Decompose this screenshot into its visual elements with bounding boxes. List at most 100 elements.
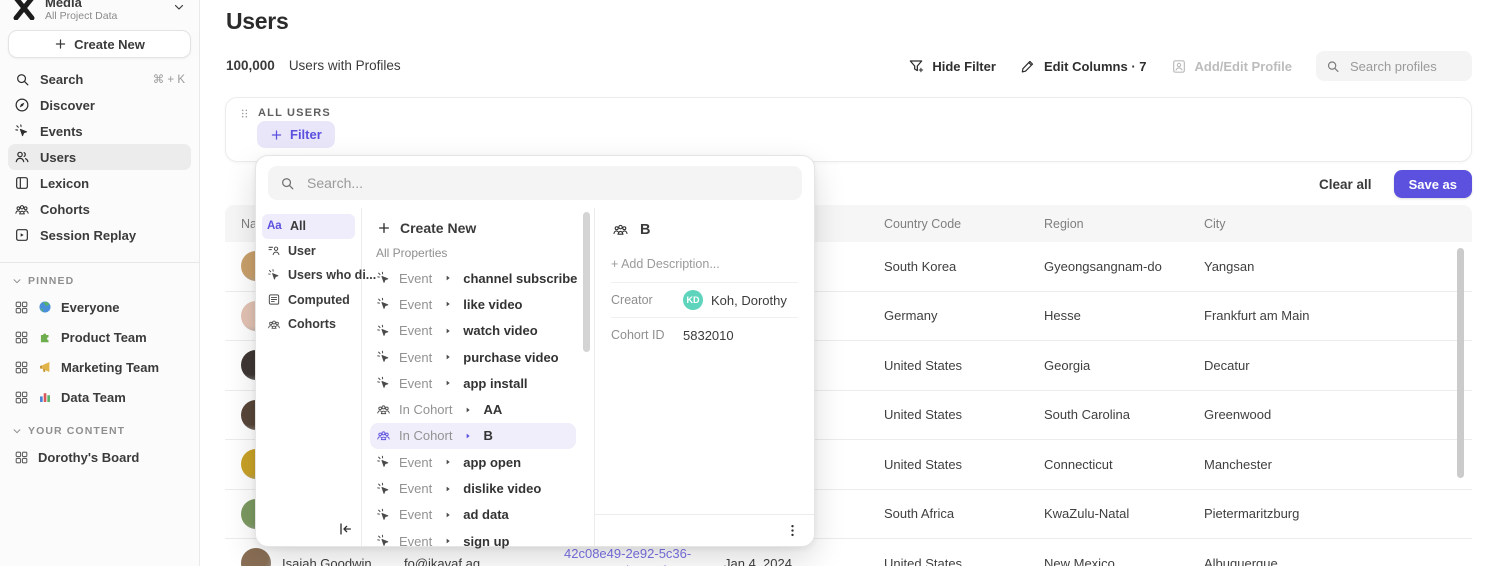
event-icon <box>376 270 391 286</box>
sidebar-divider <box>0 262 199 263</box>
sidebar-item-label: Search <box>40 72 83 87</box>
property-name: app install <box>463 376 527 391</box>
table-scrollbar[interactable] <box>1457 248 1464 478</box>
cohort-id-row: Cohort ID 5832010 <box>611 317 798 352</box>
hide-filter-button[interactable]: Hide Filter <box>908 58 996 74</box>
dropdown-scroll-track <box>580 208 594 546</box>
search-profiles-input[interactable] <box>1348 58 1462 75</box>
sidebar-board-marketing-team[interactable]: Marketing Team <box>8 352 191 382</box>
event-icon <box>376 375 391 391</box>
caret-right-icon <box>460 432 475 440</box>
user-city: Yangsan <box>1204 259 1472 274</box>
caret-right-icon <box>440 485 455 493</box>
property-option-like-video[interactable]: Event like video <box>370 291 576 317</box>
clear-all-button[interactable]: Clear all <box>1313 173 1378 196</box>
dropdown-search-box[interactable] <box>268 166 802 200</box>
sidebar-section-header[interactable]: YOUR CONTENT <box>8 420 191 442</box>
sidebar-item-events[interactable]: Events <box>8 118 191 144</box>
cohort-icon <box>376 427 391 444</box>
property-name: B <box>483 428 492 443</box>
edit-columns-label: Edit Columns · 7 <box>1044 59 1147 74</box>
sidebar-item-session-replay[interactable]: Session Replay <box>8 222 191 248</box>
users-page: Media All Project Data Create New Search… <box>0 0 1500 566</box>
sidebar-item-discover[interactable]: Discover <box>8 92 191 118</box>
user-city: Frankfurt am Main <box>1204 308 1472 323</box>
cohort-icon <box>611 221 629 238</box>
sidebar-item-search[interactable]: Search ⌘ + K <box>8 66 191 92</box>
sidebar-item-label: Lexicon <box>40 176 89 191</box>
category-label: All <box>290 219 306 233</box>
sidebar-board-product-team[interactable]: Product Team <box>8 322 191 352</box>
project-switcher[interactable]: Media All Project Data <box>12 0 117 22</box>
sidebar-board-everyone[interactable]: Everyone <box>8 292 191 322</box>
sidebar-section-header[interactable]: PINNED <box>8 270 191 292</box>
property-category-cohorts[interactable]: Cohorts <box>262 312 355 337</box>
compass-icon <box>14 97 30 113</box>
user-city: Pietermaritzburg <box>1204 506 1472 521</box>
property-option-app-install[interactable]: Event app install <box>370 370 576 396</box>
chevron-down-icon <box>12 275 22 287</box>
profile-card-icon <box>1171 58 1187 75</box>
property-category-users-who-di-[interactable]: Users who di... <box>262 263 355 288</box>
add-edit-profile-button[interactable]: Add/Edit Profile <box>1171 58 1293 75</box>
sidebar-board-dorothy-s-board[interactable]: Dorothy's Board <box>8 442 191 472</box>
property-option-purchase-video[interactable]: Event purchase video <box>370 344 576 370</box>
filter-group-label: ALL USERS <box>258 107 331 119</box>
property-option-aa[interactable]: In Cohort AA <box>370 396 576 422</box>
property-category-all[interactable]: Aa All <box>262 214 355 239</box>
column-header-city[interactable]: City <box>1204 217 1472 231</box>
computed-icon <box>267 292 281 307</box>
dropdown-search-input[interactable] <box>305 174 790 192</box>
category-label: Users who di... <box>288 268 376 282</box>
more-options-icon[interactable] <box>784 523 800 538</box>
search-profiles-box[interactable] <box>1316 51 1472 81</box>
property-option-channel-subscribe[interactable]: Event channel subscribe <box>370 265 576 291</box>
dropdown-scrollbar[interactable] <box>583 212 590 352</box>
property-option-dislike-video[interactable]: Event dislike video <box>370 475 576 501</box>
sidebar-board-data-team[interactable]: Data Team <box>8 382 191 412</box>
caret-right-icon <box>440 537 455 545</box>
add-filter-button[interactable]: Filter <box>257 121 335 148</box>
drag-handle-icon[interactable] <box>239 108 250 119</box>
sidebar-item-cohorts[interactable]: Cohorts <box>8 196 191 222</box>
project-logo-icon <box>12 0 36 21</box>
property-category-user[interactable]: User <box>262 239 355 264</box>
sidebar-item-users[interactable]: Users <box>8 144 191 170</box>
user-region: Gyeongsangnam-do <box>1044 259 1204 274</box>
collapse-panel-icon[interactable] <box>336 521 354 537</box>
create-new-button[interactable]: Create New <box>8 30 191 58</box>
board-label: Data Team <box>61 390 126 405</box>
keyboard-shortcut: ⌘ + K <box>153 72 185 86</box>
sidebar-item-label: Session Replay <box>40 228 136 243</box>
property-category-computed[interactable]: Computed <box>262 288 355 313</box>
filter-property-dropdown: Aa All User Users who di... Computed Coh… <box>255 155 815 547</box>
caret-right-icon <box>440 274 455 282</box>
user-avatar <box>241 548 271 566</box>
user-lines-icon <box>267 243 281 258</box>
user-distinct-id[interactable]: 42c08e49-2e92-5c36-9a73-a84eb8684fa3 <box>564 546 724 566</box>
sidebar-item-lexicon[interactable]: Lexicon <box>8 170 191 196</box>
column-header-region[interactable]: Region <box>1044 217 1204 231</box>
filter-card: ALL USERS Filter <box>225 97 1472 162</box>
event-icon <box>376 296 391 312</box>
property-option-watch-video[interactable]: Event watch video <box>370 318 576 344</box>
property-prefix: Event <box>399 350 432 365</box>
user-country: United States <box>884 556 1044 566</box>
property-prefix: In Cohort <box>399 402 452 417</box>
user-name: Isaiah Goodwin <box>282 556 372 566</box>
category-glyph: Aa <box>267 220 283 232</box>
chevron-down-icon[interactable] <box>172 1 185 13</box>
dropdown-create-new-button[interactable]: Create New <box>370 215 576 241</box>
add-description-button[interactable]: + Add Description... <box>611 255 798 282</box>
property-option-b[interactable]: In Cohort B <box>370 423 576 449</box>
caret-right-icon <box>440 300 455 308</box>
megaphone-icon <box>38 360 52 374</box>
board-grid-icon <box>14 390 29 405</box>
plus-icon <box>270 128 283 142</box>
edit-columns-button[interactable]: Edit Columns · 7 <box>1020 58 1147 74</box>
property-option-ad-data[interactable]: Event ad data <box>370 502 576 528</box>
save-as-button[interactable]: Save as <box>1394 170 1472 198</box>
property-option-sign-up[interactable]: Event sign up <box>370 528 576 554</box>
column-header-country-code[interactable]: Country Code <box>884 217 1044 231</box>
property-option-app-open[interactable]: Event app open <box>370 449 576 475</box>
